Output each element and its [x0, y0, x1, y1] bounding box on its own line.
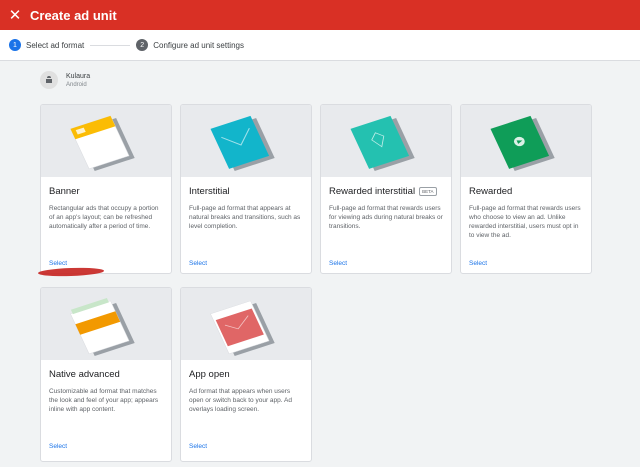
ad-format-card-interstitial[interactable]: Interstitial Full-page ad format that ap…	[180, 104, 312, 274]
card-description: Full-page ad format that rewards users w…	[469, 205, 581, 239]
interstitial-illustration	[181, 105, 311, 177]
app-bar: ✕ Create ad unit	[0, 0, 640, 30]
card-description: Ad format that appears when users open o…	[189, 388, 292, 413]
app-name: Kulaura	[66, 72, 91, 80]
select-app-open-link[interactable]: Select	[189, 443, 207, 450]
select-rewarded-link[interactable]: Select	[469, 260, 487, 267]
step-label: Configure ad unit settings	[153, 40, 244, 50]
app-info: Kulaura Android	[40, 71, 90, 89]
step-connector	[90, 44, 131, 46]
ad-format-card-rewarded[interactable]: Rewarded Full-page ad format that reward…	[460, 104, 592, 274]
select-native-advanced-link[interactable]: Select	[49, 443, 67, 450]
card-title: App open	[189, 369, 230, 380]
card-title: Banner	[49, 186, 80, 197]
banner-illustration	[41, 105, 171, 177]
app-platform: Android	[66, 81, 87, 88]
select-banner-link[interactable]: Select	[49, 260, 67, 267]
stepper: 1 Select ad format 2 Configure ad unit s…	[0, 30, 640, 61]
step-select-format[interactable]: 1 Select ad format	[9, 39, 84, 51]
card-title: Rewarded	[469, 186, 513, 197]
card-description: Full-page ad format that appears at natu…	[189, 205, 301, 230]
ad-format-card-banner[interactable]: Banner Rectangular ads that occupy a por…	[40, 104, 172, 274]
close-icon[interactable]: ✕	[0, 0, 30, 30]
select-rewarded-interstitial-link[interactable]: Select	[329, 260, 347, 267]
rewarded-illustration	[461, 105, 591, 177]
card-description: Rectangular ads that occupy a portion of…	[49, 205, 159, 230]
android-icon	[40, 71, 58, 89]
card-description: Customizable ad format that matches the …	[49, 388, 159, 413]
card-title: Native advanced	[49, 369, 120, 380]
native-advanced-illustration	[41, 288, 171, 360]
step-number: 1	[9, 39, 21, 51]
step-label: Select ad format	[26, 40, 85, 50]
card-description: Full-page ad format that rewards users f…	[329, 205, 443, 230]
page-title: Create ad unit	[30, 7, 117, 23]
step-number: 2	[136, 39, 149, 51]
select-interstitial-link[interactable]: Select	[189, 260, 207, 267]
step-configure-settings[interactable]: 2 Configure ad unit settings	[136, 39, 244, 51]
rewarded-interstitial-illustration	[321, 105, 451, 177]
ad-format-card-native-advanced[interactable]: Native advanced Customizable ad format t…	[40, 287, 172, 462]
card-title: Interstitial	[189, 186, 230, 197]
ad-format-card-app-open[interactable]: App open Ad format that appears when use…	[180, 287, 312, 462]
card-title: Rewarded interstitial	[329, 186, 416, 197]
ad-format-card-rewarded-interstitial[interactable]: Rewarded interstitial BETA Full-page ad f…	[320, 104, 452, 274]
app-open-illustration	[181, 288, 311, 360]
beta-badge: BETA	[419, 187, 437, 196]
